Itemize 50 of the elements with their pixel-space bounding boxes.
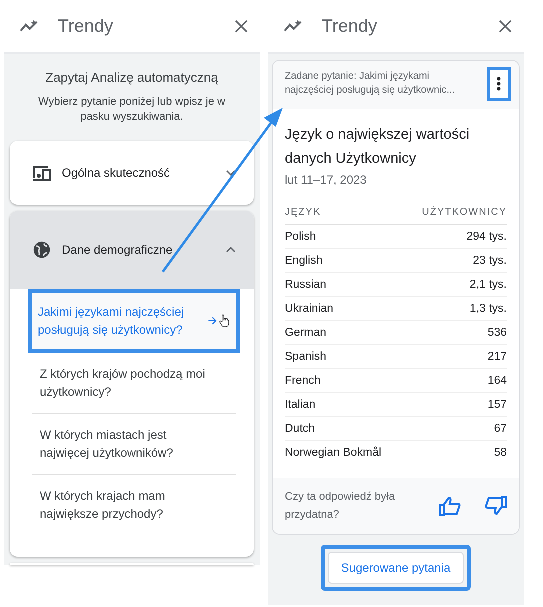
question-item[interactable]: Jakimi językami najczęściej posługują się użytkownicy? — [28, 289, 240, 353]
table-cell: German — [285, 320, 404, 344]
table-cell: French — [285, 368, 404, 392]
table-cell: 536 — [403, 320, 507, 344]
table-cell: Ukrainian — [285, 296, 404, 320]
close-icon[interactable] — [235, 20, 248, 32]
table-cell: 294 tys. — [403, 224, 507, 248]
more-menu-button[interactable] — [487, 67, 511, 101]
table-cell: Dutch — [285, 416, 404, 440]
arrow-icon — [208, 315, 218, 327]
table-cell: 1,3 tys. — [403, 296, 507, 320]
table-cell: Spanish — [285, 344, 404, 368]
table-cell: 2,1 tys. — [403, 272, 507, 296]
asked-question: Zadane pytanie: Jakimi językami najczęściej posługują się użytkownic... — [285, 70, 456, 98]
table-cell: Russian — [285, 272, 404, 296]
chevron-icon — [226, 247, 236, 253]
column-header: JĘZYK — [285, 201, 404, 224]
table-cell: 67 — [403, 416, 507, 440]
table-cell: 164 — [403, 368, 507, 392]
table-cell: Polish — [285, 224, 404, 248]
more-icon — [497, 77, 501, 91]
section-header[interactable]: Dane demograficzne — [10, 211, 254, 289]
question-item[interactable]: Z których krajów pochodzą moi użytkownicy? — [32, 353, 236, 414]
suggested-questions-button[interactable]: Sugerowane pytania — [328, 552, 464, 584]
globe-icon — [32, 241, 52, 259]
answer-title: Język o największej wartości danych Użytkownicy — [285, 126, 471, 169]
date-range: lut 11–17, 2023 — [285, 173, 368, 187]
table-cell: 217 — [403, 344, 507, 368]
trend-icon — [284, 19, 304, 33]
trend-icon — [20, 19, 40, 33]
table-cell: 157 — [403, 392, 507, 416]
question-item[interactable]: W których miastach jest najwięcej użytkowników? — [32, 414, 236, 475]
intro-text: Wybierz pytanie poniżej lub wpisz je w pasku wyszukiwania. — [38, 95, 226, 125]
panel-title: Trendy — [322, 16, 378, 36]
thumbs-down-icon[interactable] — [485, 496, 507, 516]
table-cell: Norwegian Bokmål — [285, 440, 404, 464]
intro-title: Zapytaj Analizę automatyczną — [44, 70, 220, 85]
devices-icon — [32, 164, 52, 182]
table-cell: 23 tys. — [403, 248, 507, 272]
chevron-icon — [226, 170, 236, 176]
thumbs-up-icon[interactable] — [439, 496, 461, 516]
panel-title: Trendy — [58, 16, 114, 36]
table-cell: 58 — [403, 440, 507, 464]
column-header: UŻYTKOWNICY — [403, 201, 507, 224]
table-cell: English — [285, 248, 404, 272]
section-header[interactable]: Ogólna skuteczność — [10, 141, 254, 205]
question-item[interactable]: W których krajach mam największe przychody? — [32, 475, 236, 535]
feedback-question: Czy ta odpowiedź była przydatna? — [285, 490, 396, 523]
close-icon[interactable] — [499, 20, 512, 32]
table-cell: Italian — [285, 392, 404, 416]
